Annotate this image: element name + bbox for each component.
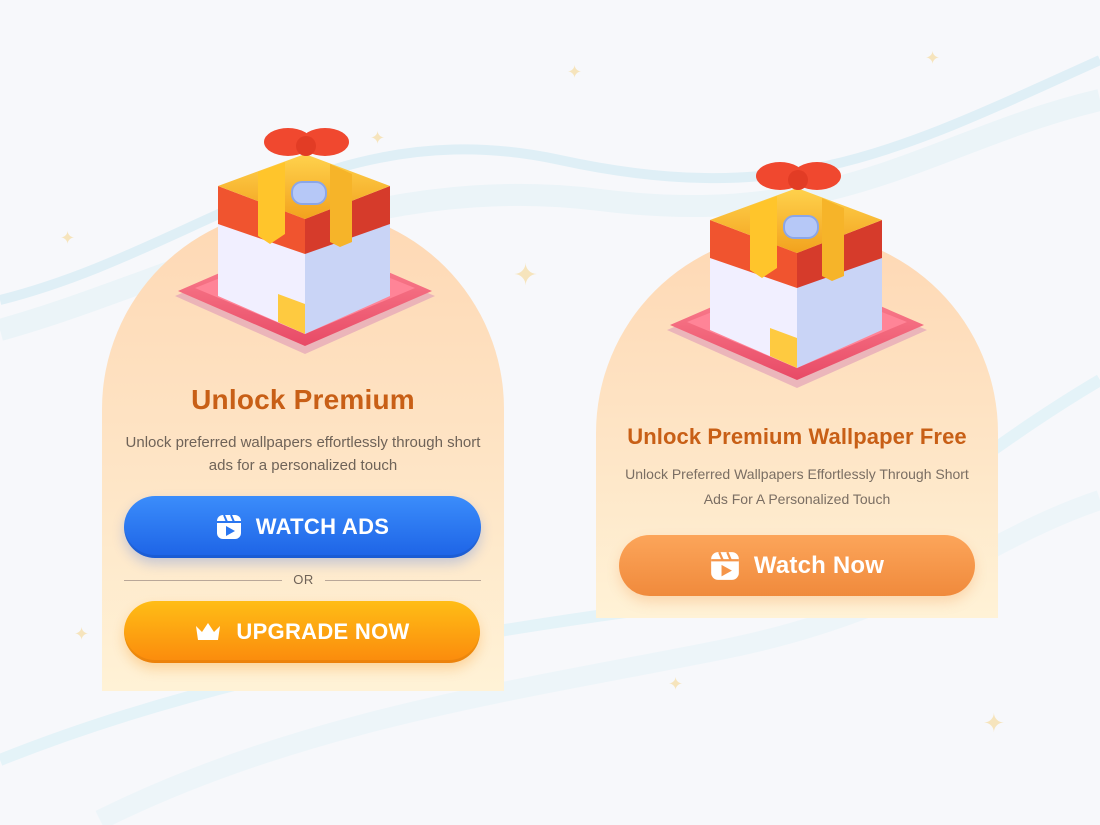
sparkle-icon: ✦ (513, 259, 539, 292)
crown-icon (194, 621, 222, 643)
upgrade-now-label: UPGRADE NOW (236, 619, 410, 644)
gift-box-icon (175, 128, 435, 354)
card-description: Unlock preferred wallpapers effortlessly… (125, 434, 481, 474)
watch-now-button[interactable]: Watch Now (619, 535, 975, 596)
watch-now-label: Watch Now (753, 551, 885, 579)
gift-box-icon (667, 162, 927, 388)
sparkle-icon: ✦ (925, 48, 941, 68)
card-description: Unlock Preferred Wallpapers Effortlessly… (625, 466, 969, 507)
card-title: Unlock Premium Wallpaper Free (627, 424, 967, 449)
sparkle-icon: ✦ (74, 624, 90, 644)
upgrade-now-button[interactable]: UPGRADE NOW (124, 601, 480, 663)
watch-ads-label: WATCH ADS (255, 514, 390, 539)
play-video-icon (710, 551, 740, 581)
watch-ads-button[interactable]: WATCH ADS (124, 496, 481, 558)
sparkle-icon: ✦ (983, 708, 1005, 738)
sparkle-icon: ✦ (668, 674, 684, 694)
play-video-icon (216, 514, 242, 540)
or-divider: OR (124, 570, 481, 590)
sparkle-icon: ✦ (567, 62, 583, 82)
sparkle-icon: ✦ (60, 228, 76, 248)
or-label: OR (293, 572, 314, 587)
card-title: Unlock Premium (191, 384, 415, 415)
